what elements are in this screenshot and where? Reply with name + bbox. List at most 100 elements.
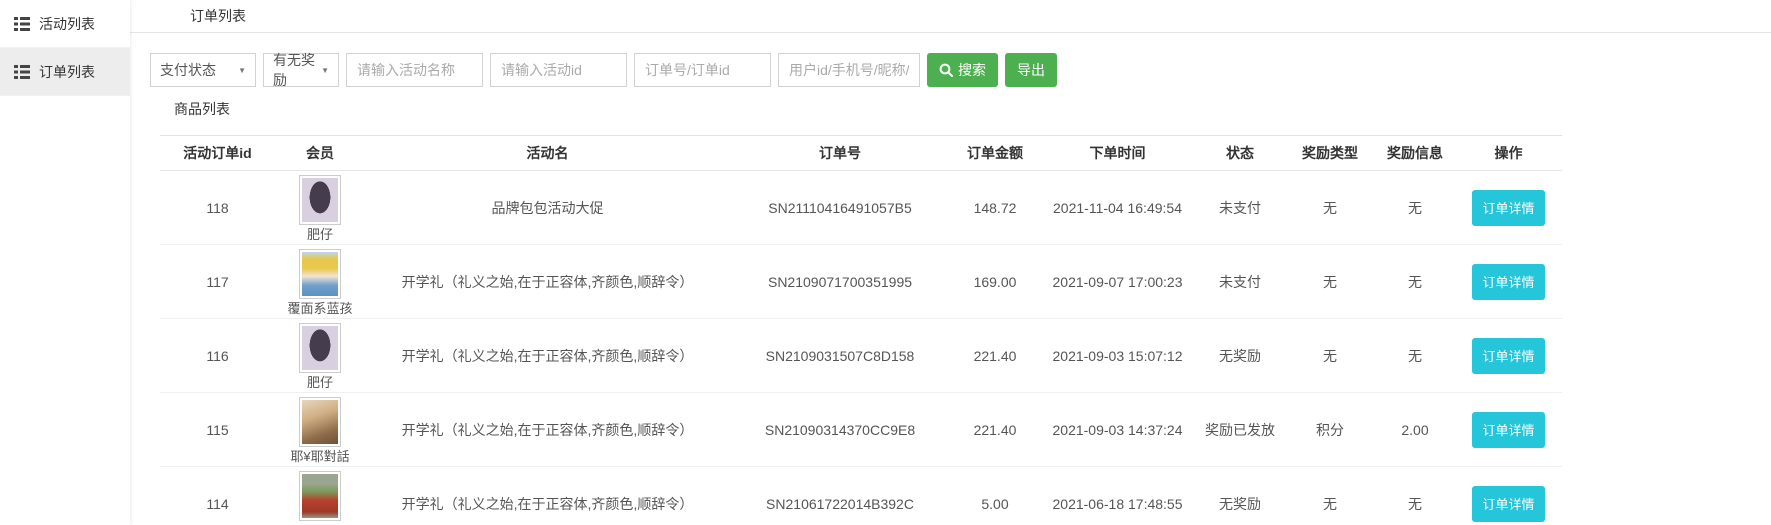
member-cell: 覆面系蓝孩 xyxy=(275,245,365,319)
col-header-status: 状态 xyxy=(1195,136,1285,171)
orders-table: 活动订单id 会员 活动名 订单号 订单金额 下单时间 状态 奖励类型 奖励信息… xyxy=(160,135,1562,525)
reward-type: 无 xyxy=(1285,319,1375,393)
order-no: SN2109031507C8D158 xyxy=(730,319,950,393)
order-detail-button[interactable]: 订单详情 xyxy=(1472,412,1544,448)
product-list-label: 商品列表 xyxy=(174,99,1771,119)
table-row: 114 carrot 开学礼（礼义之始,在于正容体,齐颜色,顺辞令） SN210… xyxy=(160,467,1562,525)
order-amount: 221.40 xyxy=(950,319,1040,393)
reward-info: 无 xyxy=(1375,319,1455,393)
order-id: 118 xyxy=(160,171,275,245)
table-row: 118 肥仔 品牌包包活动大促 SN21110416491057B5 148.7… xyxy=(160,171,1562,245)
user-search-input[interactable] xyxy=(778,53,920,87)
order-no: SN21061722014B392C xyxy=(730,467,950,525)
sidebar: 活动列表 订单列表 xyxy=(0,0,130,525)
avatar-image xyxy=(302,178,338,222)
member-cell: 肥仔 xyxy=(275,171,365,245)
reward-info: 2.00 xyxy=(1375,393,1455,467)
search-button[interactable]: 搜索 xyxy=(927,53,998,87)
reward-type: 无 xyxy=(1285,467,1375,525)
col-header-order-id: 活动订单id xyxy=(160,136,275,171)
order-no: SN2109071700351995 xyxy=(730,245,950,319)
order-amount: 148.72 xyxy=(950,171,1040,245)
col-header-reward-info: 奖励信息 xyxy=(1375,136,1455,171)
activity-id-input[interactable] xyxy=(490,53,627,87)
reward-filter-value: 有无奖励 xyxy=(273,50,315,90)
tab-bar: 订单列表 xyxy=(130,0,1771,33)
export-button-label: 导出 xyxy=(1017,60,1045,80)
avatar xyxy=(299,397,341,447)
order-status: 奖励已发放 xyxy=(1195,393,1285,467)
order-time: 2021-11-04 16:49:54 xyxy=(1040,171,1195,245)
order-amount: 221.40 xyxy=(950,393,1040,467)
member-cell: 耶¥耶對話 xyxy=(275,393,365,467)
member-name: 肥仔 xyxy=(275,375,365,390)
order-status: 无奖励 xyxy=(1195,467,1285,525)
col-header-activity: 活动名 xyxy=(365,136,730,171)
member-name: 覆面系蓝孩 xyxy=(275,301,365,316)
col-header-actions: 操作 xyxy=(1455,136,1562,171)
reward-type: 无 xyxy=(1285,171,1375,245)
order-detail-button[interactable]: 订单详情 xyxy=(1472,486,1544,522)
order-status: 未支付 xyxy=(1195,245,1285,319)
avatar xyxy=(299,471,341,521)
member-name: 肥仔 xyxy=(275,227,365,242)
action-cell: 订单详情 xyxy=(1455,467,1562,525)
activity-name: 品牌包包活动大促 xyxy=(365,171,730,245)
avatar xyxy=(299,323,341,373)
pay-status-value: 支付状态 xyxy=(160,60,216,80)
order-detail-button[interactable]: 订单详情 xyxy=(1472,264,1544,300)
order-time: 2021-09-03 14:37:24 xyxy=(1040,393,1195,467)
table-row: 116 肥仔 开学礼（礼义之始,在于正容体,齐颜色,顺辞令） SN2109031… xyxy=(160,319,1562,393)
avatar xyxy=(299,175,341,225)
order-id: 117 xyxy=(160,245,275,319)
sidebar-item-label: 活动列表 xyxy=(39,14,95,34)
activity-name: 开学礼（礼义之始,在于正容体,齐颜色,顺辞令） xyxy=(365,393,730,467)
order-amount: 169.00 xyxy=(950,245,1040,319)
pay-status-select[interactable]: 支付状态 ▼ xyxy=(150,53,256,87)
member-name: 耶¥耶對話 xyxy=(275,449,365,464)
export-button[interactable]: 导出 xyxy=(1005,53,1057,87)
search-button-label: 搜索 xyxy=(958,60,986,80)
app-window: 活动列表 订单列表 订单列表 支付状态 ▼ 有无奖励 ▼ xyxy=(0,0,1771,525)
tab-order-list[interactable]: 订单列表 xyxy=(188,6,248,26)
activity-name: 开学礼（礼义之始,在于正容体,齐颜色,顺辞令） xyxy=(365,245,730,319)
order-time: 2021-09-03 15:07:12 xyxy=(1040,319,1195,393)
action-cell: 订单详情 xyxy=(1455,245,1562,319)
order-detail-button[interactable]: 订单详情 xyxy=(1472,338,1544,374)
avatar xyxy=(299,249,341,299)
chevron-down-icon: ▼ xyxy=(321,66,329,75)
order-no: SN21110416491057B5 xyxy=(730,171,950,245)
order-status: 无奖励 xyxy=(1195,319,1285,393)
sidebar-item-order-list[interactable]: 订单列表 xyxy=(0,48,130,96)
col-header-time: 下单时间 xyxy=(1040,136,1195,171)
member-cell: 肥仔 xyxy=(275,319,365,393)
search-icon xyxy=(939,63,953,77)
order-time: 2021-06-18 17:48:55 xyxy=(1040,467,1195,525)
order-no-input[interactable] xyxy=(634,53,771,87)
order-id: 114 xyxy=(160,467,275,525)
list-icon xyxy=(14,17,30,31)
avatar-image xyxy=(302,400,338,444)
avatar-image xyxy=(302,474,338,518)
action-cell: 订单详情 xyxy=(1455,319,1562,393)
list-icon xyxy=(14,65,30,79)
col-header-member: 会员 xyxy=(275,136,365,171)
activity-name-input[interactable] xyxy=(346,53,483,87)
avatar-image xyxy=(302,326,338,370)
reward-type: 积分 xyxy=(1285,393,1375,467)
table-header-row: 活动订单id 会员 活动名 订单号 订单金额 下单时间 状态 奖励类型 奖励信息… xyxy=(160,136,1562,171)
action-cell: 订单详情 xyxy=(1455,171,1562,245)
reward-type: 无 xyxy=(1285,245,1375,319)
chevron-down-icon: ▼ xyxy=(238,66,246,75)
col-header-reward-type: 奖励类型 xyxy=(1285,136,1375,171)
order-time: 2021-09-07 17:00:23 xyxy=(1040,245,1195,319)
main-content: 订单列表 支付状态 ▼ 有无奖励 ▼ 搜 xyxy=(130,0,1771,525)
col-header-order-no: 订单号 xyxy=(730,136,950,171)
order-id: 116 xyxy=(160,319,275,393)
reward-filter-select[interactable]: 有无奖励 ▼ xyxy=(263,53,339,87)
sidebar-item-activity-list[interactable]: 活动列表 xyxy=(0,0,130,48)
table-row: 117 覆面系蓝孩 开学礼（礼义之始,在于正容体,齐颜色,顺辞令） SN2109… xyxy=(160,245,1562,319)
order-id: 115 xyxy=(160,393,275,467)
order-detail-button[interactable]: 订单详情 xyxy=(1472,190,1544,226)
col-header-amount: 订单金额 xyxy=(950,136,1040,171)
